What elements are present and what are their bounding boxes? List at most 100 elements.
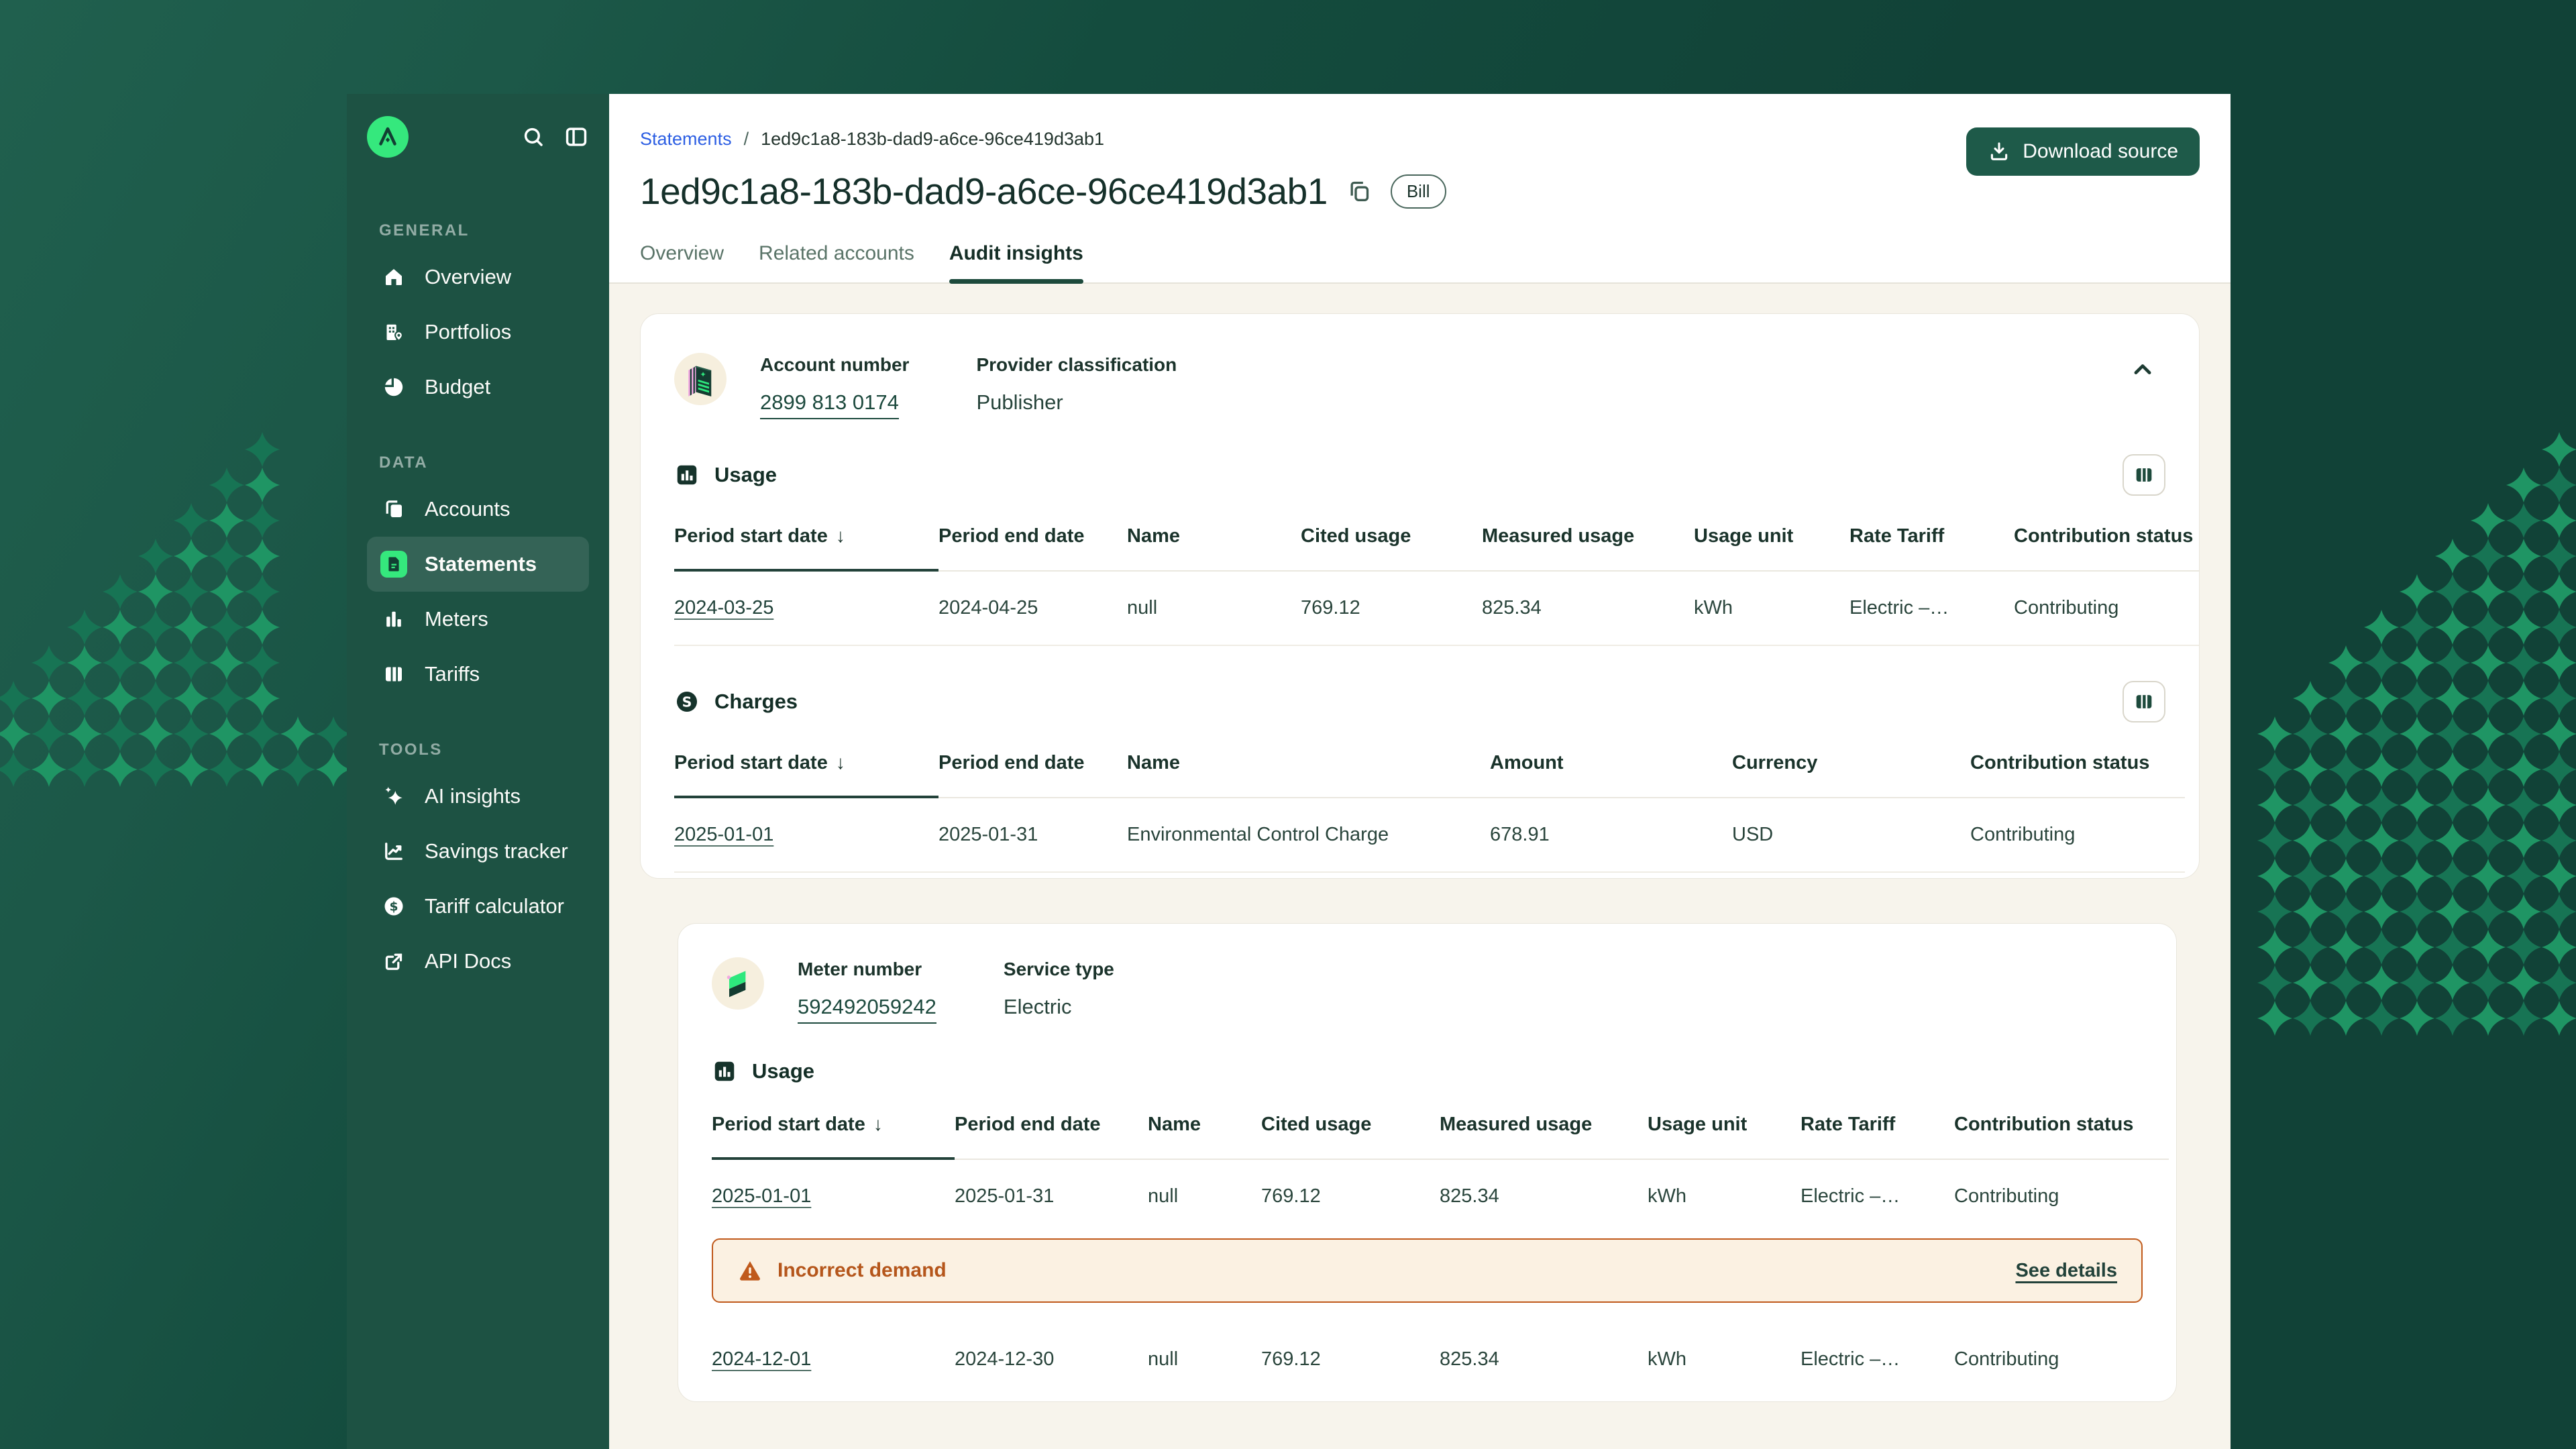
sidebar-item-accounts[interactable]: Accounts (367, 482, 589, 537)
column-header-period-start-date[interactable]: Period start date↓ (674, 752, 938, 798)
portfolios-icon (380, 319, 407, 345)
column-header-name[interactable]: Name (1127, 525, 1301, 572)
column-header-period-end-date[interactable]: Period end date (955, 1114, 1148, 1160)
collapse-chevron-up-icon[interactable] (2124, 354, 2161, 385)
savings-tracker-icon (380, 838, 407, 865)
sidebar-actions (521, 124, 589, 150)
column-header-period-end-date[interactable]: Period end date (938, 525, 1127, 572)
column-header-currency[interactable]: Currency (1732, 752, 1970, 798)
tariff-calculator-icon: $ (380, 893, 407, 920)
sidebar-item-label: Meters (425, 607, 488, 631)
table-cell-rate-tariff: Electric –… (1849, 572, 2014, 646)
meter-number-link[interactable]: 592492059242 (798, 995, 936, 1024)
field-value: Publisher (976, 390, 1177, 415)
table-cell-period-end: 2024-04-25 (938, 572, 1127, 646)
sidebar-item-api-docs[interactable]: API Docs (367, 934, 589, 989)
sidebar-item-savings-tracker[interactable]: Savings tracker (367, 824, 589, 879)
brand-a-glyph (376, 125, 400, 149)
column-header-measured-usage[interactable]: Measured usage (1440, 1114, 1648, 1160)
see-details-link[interactable]: See details (2015, 1260, 2117, 1282)
account-fields: Account number 2899 813 0174 Provider cl… (760, 353, 1177, 419)
account-number-field: Account number 2899 813 0174 (760, 354, 909, 419)
table-cell-amount: 678.91 (1490, 798, 1732, 873)
columns-icon (2133, 690, 2155, 713)
table-cell-period-start: 2025-01-01 (712, 1160, 955, 1233)
column-header-rate-tariff[interactable]: Rate Tariff (1849, 525, 2014, 572)
column-header-cited-usage[interactable]: Cited usage (1301, 525, 1482, 572)
statements-icon (380, 551, 407, 578)
period-start-date-link[interactable]: 2024-03-25 (674, 597, 773, 619)
meter-usage-table: Period start date↓ Period end date Name … (712, 1084, 2176, 1396)
usage-chart-icon (712, 1059, 737, 1084)
column-header-contribution-status[interactable]: Contribution status (1970, 752, 2185, 798)
sidebar: GENERAL Overview (347, 94, 609, 1449)
table-cell-name: null (1148, 1323, 1261, 1396)
warning-triangle-icon (737, 1258, 763, 1283)
sidebar-toggle-icon[interactable] (564, 124, 589, 150)
sidebar-item-label: API Docs (425, 949, 511, 973)
usage-columns-button[interactable] (2123, 454, 2165, 496)
breadcrumb-statements-link[interactable]: Statements (640, 129, 732, 150)
column-header-contribution-status[interactable]: Contribution status (2014, 525, 2199, 572)
account-number-link[interactable]: 2899 813 0174 (760, 390, 899, 419)
column-header-contribution-status[interactable]: Contribution status (1954, 1114, 2169, 1160)
column-header-measured-usage[interactable]: Measured usage (1482, 525, 1694, 572)
sidebar-item-budget[interactable]: Budget (367, 360, 589, 415)
api-docs-external-link-icon (380, 948, 407, 975)
sidebar-item-label: AI insights (425, 784, 521, 808)
table-cell-cited-usage: 769.12 (1261, 1160, 1440, 1233)
table-cell-period-start: 2024-12-01 (712, 1323, 955, 1396)
service-type-field: Service type Electric (1004, 959, 1114, 1024)
period-start-date-link[interactable]: 2025-01-01 (674, 824, 773, 846)
sidebar-item-tariff-calculator[interactable]: $ Tariff calculator (367, 879, 589, 934)
search-icon[interactable] (521, 124, 546, 150)
field-label: Service type (1004, 959, 1114, 980)
charges-section-header: S Charges (674, 681, 2165, 722)
copy-icon[interactable] (1345, 177, 1373, 205)
column-header-period-end-date[interactable]: Period end date (938, 752, 1127, 798)
budget-pie-icon (380, 374, 407, 400)
sort-desc-icon: ↓ (836, 752, 845, 773)
table-cell-contribution-status: Contributing (1954, 1160, 2169, 1233)
sidebar-item-meters[interactable]: Meters (367, 592, 589, 647)
sidebar-section-data: DATA (367, 453, 589, 472)
account-charges-table: Period start date↓ Period end date Name … (674, 722, 2199, 873)
period-start-date-link[interactable]: 2025-01-01 (712, 1185, 811, 1208)
column-header-name[interactable]: Name (1148, 1114, 1261, 1160)
column-header-period-start-date[interactable]: Period start date↓ (674, 525, 938, 572)
table-cell-usage-unit: kWh (1648, 1323, 1801, 1396)
svg-text:S: S (682, 694, 692, 710)
tab-related-accounts[interactable]: Related accounts (759, 242, 914, 282)
column-header-amount[interactable]: Amount (1490, 752, 1732, 798)
column-header-usage-unit[interactable]: Usage unit (1648, 1114, 1801, 1160)
period-start-date-link[interactable]: 2024-12-01 (712, 1348, 811, 1371)
table-cell-usage-unit: kWh (1694, 572, 1849, 646)
sidebar-item-tariffs[interactable]: Tariffs (367, 647, 589, 702)
sidebar-item-overview[interactable]: Overview (367, 250, 589, 305)
download-source-button[interactable]: Download source (1966, 127, 2200, 176)
column-header-cited-usage[interactable]: Cited usage (1261, 1114, 1440, 1160)
sidebar-item-ai-insights[interactable]: AI insights (367, 769, 589, 824)
breadcrumb-current: 1ed9c1a8-183b-dad9-a6ce-96ce419d3ab1 (761, 129, 1104, 150)
table-cell-cited-usage: 769.12 (1261, 1323, 1440, 1396)
usage-section-title: Usage (714, 463, 777, 487)
page-title: 1ed9c1a8-183b-dad9-a6ce-96ce419d3ab1 (640, 170, 1328, 213)
charges-columns-button[interactable] (2123, 681, 2165, 722)
sidebar-item-statements[interactable]: Statements (367, 537, 589, 592)
column-header-usage-unit[interactable]: Usage unit (1694, 525, 1849, 572)
download-icon (1988, 140, 2010, 163)
meter-usage-section-header: Usage (712, 1059, 2143, 1084)
column-header-rate-tariff[interactable]: Rate Tariff (1801, 1114, 1954, 1160)
table-cell-cited-usage: 769.12 (1301, 572, 1482, 646)
table-cell-period-end: 2025-01-31 (955, 1160, 1148, 1233)
account-usage-table: Period start date↓ Period end date Name … (674, 496, 2199, 646)
app-window: GENERAL Overview (347, 94, 2231, 1449)
brand-a-logo[interactable] (367, 116, 409, 158)
tab-audit-insights[interactable]: Audit insights (949, 242, 1083, 282)
sidebar-item-portfolios[interactable]: Portfolios (367, 305, 589, 360)
column-header-name[interactable]: Name (1127, 752, 1490, 798)
column-header-period-start-date[interactable]: Period start date↓ (712, 1114, 955, 1160)
sidebar-section-tools: TOOLS (367, 741, 589, 759)
field-label: Meter number (798, 959, 936, 980)
tab-overview[interactable]: Overview (640, 242, 724, 282)
